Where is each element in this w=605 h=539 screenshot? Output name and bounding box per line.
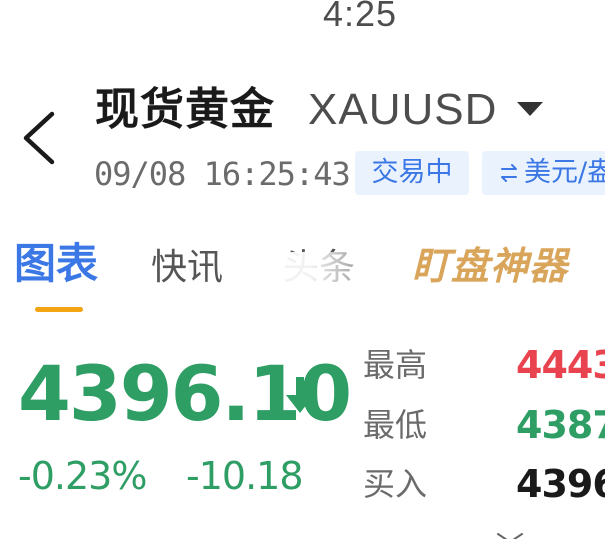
currency-label: 美元/盎 [524, 157, 605, 188]
trading-status-badge: 交易中 [355, 151, 469, 195]
expand-stats-button[interactable] [496, 529, 524, 539]
chevron-down-icon [497, 533, 523, 539]
high-label: 最高 [363, 346, 428, 384]
currency-switch-button[interactable]: 美元/盎 [482, 151, 605, 195]
symbol-dropdown-button[interactable] [517, 102, 543, 118]
low-value: 4387 [516, 403, 605, 447]
change-percent: -0.23% [18, 454, 147, 498]
instrument-symbol[interactable]: XAUUSD [308, 82, 497, 138]
active-tab-indicator [35, 307, 83, 312]
high-value: 4443 [516, 343, 605, 387]
chevron-left-icon [23, 111, 55, 165]
swap-icon [501, 164, 517, 182]
quote-detail-screen: 4:25 现货黄金 XAUUSD 09/08 16:25:43 交易中 美元/盎… [0, 0, 605, 539]
quote-datetime: 09/08 16:25:43 [94, 155, 351, 193]
instrument-name: 现货黄金 [95, 84, 275, 135]
tab-flash[interactable]: 快讯 [151, 240, 223, 296]
buy-value: 4396 [516, 462, 605, 506]
low-label: 最低 [363, 406, 428, 444]
caret-down-icon [517, 102, 543, 116]
tab-watch-tool[interactable]: 盯盘神器 [412, 238, 568, 294]
tab-chart[interactable]: 图表 [14, 236, 98, 292]
content-tabs: 图表 快讯 头条 盯盘神器 [0, 238, 605, 320]
arrow-down-icon [285, 375, 315, 415]
change-amount: -10.18 [186, 454, 303, 498]
back-button[interactable] [18, 108, 64, 168]
status-bar-time: 4:25 [323, 0, 398, 34]
buy-label: 买入 [363, 465, 428, 503]
tab-blur-overlay [222, 252, 384, 292]
